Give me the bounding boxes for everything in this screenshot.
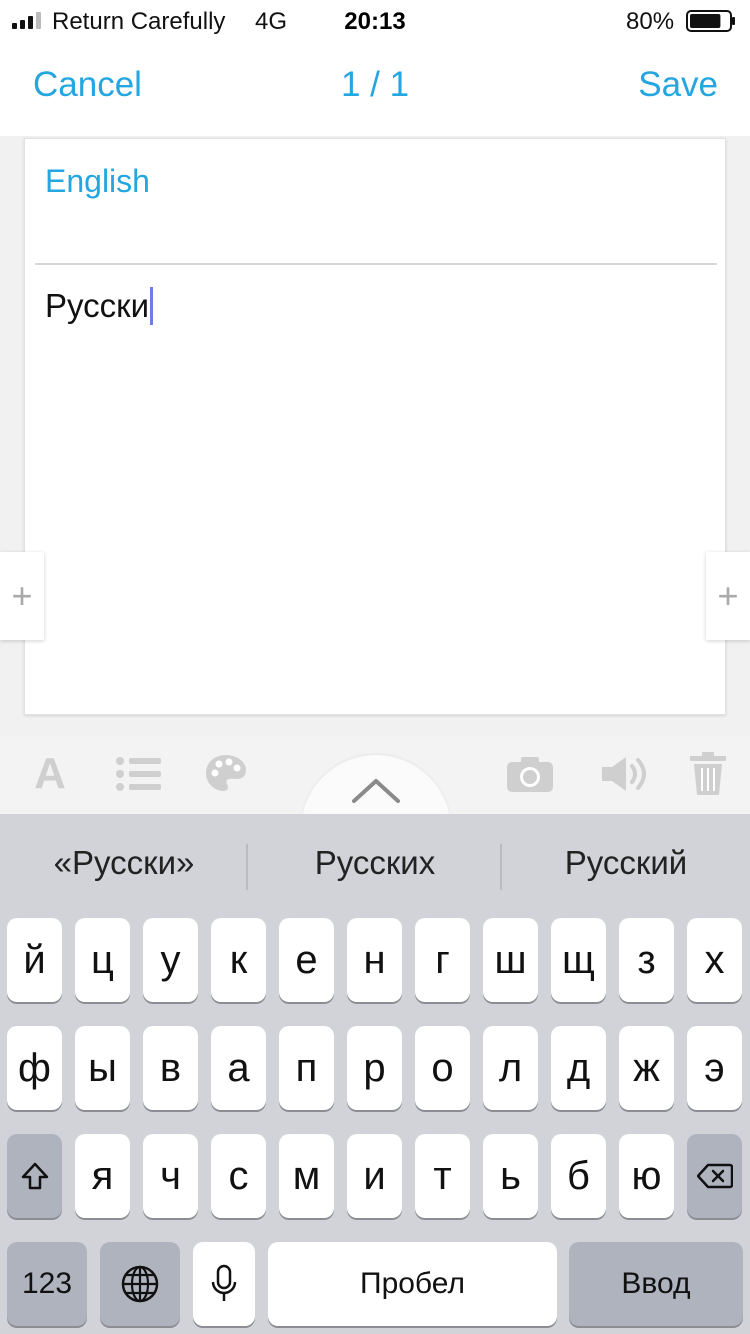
nav-bar: Cancel 1 / 1 Save: [0, 40, 750, 136]
globe-icon: [121, 1265, 159, 1303]
suggestion-divider: [246, 844, 248, 890]
key[interactable]: е: [279, 918, 334, 1002]
camera-icon: [507, 757, 553, 792]
trash-icon: [690, 752, 726, 795]
suggestion-item[interactable]: Русских: [250, 844, 500, 882]
key[interactable]: ж: [619, 1026, 674, 1110]
shift-icon: [21, 1162, 48, 1190]
suggestion-item[interactable]: «Русски»: [0, 844, 248, 882]
globe-key[interactable]: [100, 1242, 180, 1326]
battery-percent: 80%: [626, 8, 675, 35]
key[interactable]: п: [279, 1026, 334, 1110]
key[interactable]: а: [211, 1026, 266, 1110]
numbers-key[interactable]: 123: [7, 1242, 87, 1326]
key[interactable]: э: [687, 1026, 742, 1110]
backspace-icon: [696, 1163, 733, 1189]
key[interactable]: ю: [619, 1134, 674, 1218]
shift-key[interactable]: [7, 1134, 62, 1218]
key[interactable]: к: [211, 918, 266, 1002]
key[interactable]: ш: [483, 918, 538, 1002]
text-caret: [150, 287, 154, 325]
list-button[interactable]: [108, 746, 168, 802]
language-label[interactable]: English: [45, 163, 150, 200]
key[interactable]: н: [347, 918, 402, 1002]
key[interactable]: и: [347, 1134, 402, 1218]
list-icon: [116, 757, 161, 791]
key[interactable]: ф: [7, 1026, 62, 1110]
key[interactable]: м: [279, 1134, 334, 1218]
key[interactable]: з: [619, 918, 674, 1002]
space-key[interactable]: Пробел: [268, 1242, 557, 1326]
key[interactable]: ы: [75, 1026, 130, 1110]
microphone-icon: [211, 1264, 237, 1301]
audio-button[interactable]: [594, 746, 654, 802]
return-key[interactable]: Ввод: [569, 1242, 743, 1326]
delete-button[interactable]: [678, 746, 738, 802]
text-editor[interactable]: Русски: [45, 287, 154, 325]
key[interactable]: ц: [75, 918, 130, 1002]
key[interactable]: о: [415, 1026, 470, 1110]
editor-text: Русски: [45, 287, 150, 324]
key[interactable]: с: [211, 1134, 266, 1218]
key[interactable]: л: [483, 1026, 538, 1110]
save-button[interactable]: Save: [638, 65, 718, 105]
status-bar: Return Carefully 4G 20:13 80%: [0, 0, 750, 40]
speaker-icon: [602, 757, 646, 791]
suggestion-item[interactable]: Русский: [502, 844, 750, 882]
key[interactable]: б: [551, 1134, 606, 1218]
key[interactable]: р: [347, 1026, 402, 1110]
palette-icon: [206, 755, 246, 791]
font-button[interactable]: A: [20, 746, 80, 802]
key[interactable]: ь: [483, 1134, 538, 1218]
key[interactable]: г: [415, 918, 470, 1002]
key[interactable]: в: [143, 1026, 198, 1110]
key[interactable]: х: [687, 918, 742, 1002]
suggestion-bar: «Русски» Русских Русский: [0, 814, 750, 918]
flashcard-editor: English Русски: [24, 138, 726, 715]
key[interactable]: д: [551, 1026, 606, 1110]
card-divider: [35, 263, 717, 265]
key[interactable]: я: [75, 1134, 130, 1218]
dictation-key[interactable]: [193, 1242, 255, 1326]
key[interactable]: у: [143, 918, 198, 1002]
add-card-right-button[interactable]: +: [706, 552, 750, 640]
backspace-key[interactable]: [687, 1134, 742, 1218]
key[interactable]: щ: [551, 918, 606, 1002]
battery-icon: [686, 10, 735, 32]
font-icon: A: [34, 749, 66, 798]
add-card-left-button[interactable]: +: [0, 552, 44, 640]
key[interactable]: ч: [143, 1134, 198, 1218]
chevron-up-icon: [352, 779, 400, 803]
key[interactable]: т: [415, 1134, 470, 1218]
keyboard: «Русски» Русских Русский й ц у к е н г ш…: [0, 814, 750, 1334]
key[interactable]: й: [7, 918, 62, 1002]
color-button[interactable]: [196, 746, 256, 802]
camera-button[interactable]: [500, 746, 560, 802]
